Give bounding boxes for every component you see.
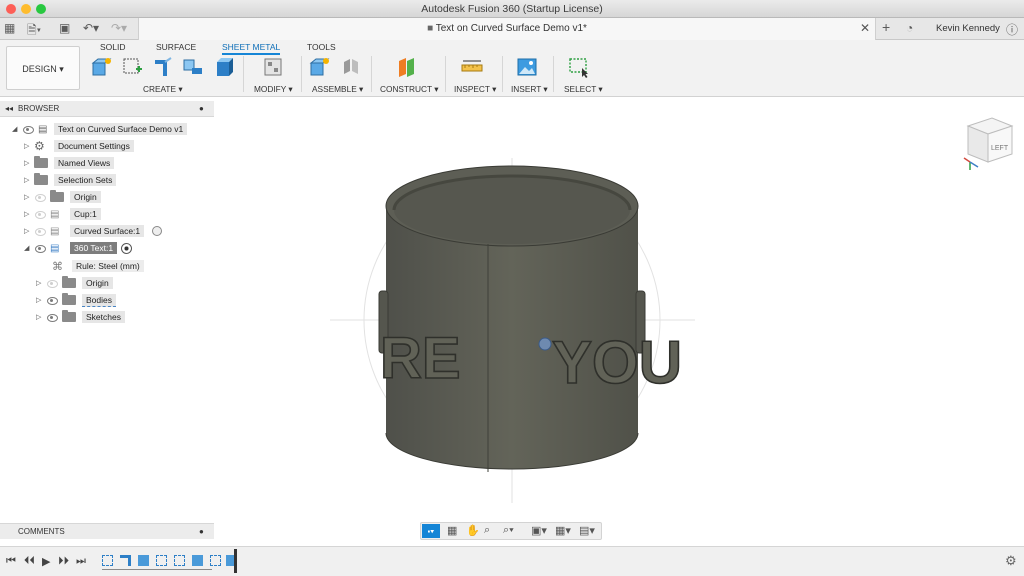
close-window-button[interactable] <box>6 4 16 14</box>
flange-icon[interactable] <box>152 56 174 78</box>
comments-panel-header[interactable]: COMMENTS ● <box>0 523 214 539</box>
close-tab-icon[interactable]: ✕ <box>860 21 870 35</box>
grid-settings-icon[interactable]: ⬝▾ <box>422 524 440 538</box>
user-name[interactable]: Kevin Kennedy <box>936 23 1000 34</box>
offset-plane-icon[interactable] <box>396 56 418 78</box>
create-base-feature-icon[interactable] <box>213 56 235 78</box>
apps-grid-icon[interactable]: ▦ <box>4 21 15 35</box>
toolbar-divider <box>553 56 554 92</box>
timeline-feature-body-icon[interactable] <box>192 555 203 566</box>
tab-tools[interactable]: TOOLS <box>307 42 336 52</box>
zoom-window-button[interactable] <box>36 4 46 14</box>
timeline-feature-sketch-icon[interactable] <box>174 555 185 566</box>
pan-icon[interactable]: ✋ <box>466 524 480 537</box>
viewports-icon[interactable]: ▤▾ <box>579 524 595 537</box>
display-settings-icon[interactable]: ▦ <box>447 524 457 537</box>
help-icon[interactable]: ⓘ <box>1006 21 1018 38</box>
modify-menu[interactable]: MODIFY ▾ <box>254 84 293 94</box>
document-icon: ■ <box>427 23 434 34</box>
visual-style-icon[interactable]: ▣▾ <box>531 524 547 537</box>
job-status-icon[interactable]: ◔ <box>906 21 913 35</box>
timeline-feature-flange-icon[interactable] <box>120 555 131 566</box>
timeline: ⏮ ⏴⏴ ▶ ⏵⏵ ⏭ ⚙ <box>0 546 1024 576</box>
joint-icon[interactable] <box>340 56 362 78</box>
tab-solid[interactable]: SOLID <box>100 42 126 52</box>
save-icon[interactable]: ▣ <box>59 21 70 35</box>
inspect-menu[interactable]: INSPECT ▾ <box>454 84 496 94</box>
model-viewport[interactable]: RE YOU <box>0 98 1024 522</box>
timeline-feature-sketch-icon[interactable] <box>210 555 221 566</box>
toolbar-divider <box>243 56 244 92</box>
insert-menu[interactable]: INSERT ▾ <box>511 84 548 94</box>
create-sketch-icon[interactable] <box>121 56 143 78</box>
workspace-switcher-button[interactable]: DESIGN ▾ <box>6 46 80 90</box>
new-component-assemble-icon[interactable] <box>308 56 330 78</box>
minimize-window-button[interactable] <box>21 4 31 14</box>
assemble-menu[interactable]: ASSEMBLE ▾ <box>312 84 363 94</box>
toolbar-divider <box>445 56 446 92</box>
file-menu-icon[interactable]: 🗎▾ <box>27 21 41 42</box>
grid-toggle-icon[interactable]: ▦▾ <box>555 524 571 537</box>
timeline-feature-sketch-icon[interactable] <box>156 555 167 566</box>
timeline-track[interactable] <box>100 553 240 571</box>
timeline-feature-body-icon[interactable] <box>138 555 149 566</box>
window-title-bar: Autodesk Fusion 360 (Startup License) <box>0 0 1024 18</box>
go-to-start-icon[interactable]: ⏮ <box>6 555 16 568</box>
timeline-feature-sketch-icon[interactable] <box>102 555 113 566</box>
timeline-underline <box>102 569 212 570</box>
navigation-bar: ⬝▾ ▦ ✋ ⌕ ⌕▾ ▣▾ ▦▾ ▤▾ <box>420 522 602 540</box>
toolbar: DESIGN ▾ SOLID SURFACE SHEET METAL TOOLS… <box>0 40 1024 97</box>
timeline-marker[interactable] <box>234 549 237 573</box>
window-title: Autodesk Fusion 360 (Startup License) <box>421 3 603 15</box>
redo-icon[interactable]: ↷▾ <box>111 21 127 35</box>
document-tab-title: Text on Curved Surface Demo v1* <box>435 23 587 34</box>
undo-icon[interactable]: ↶▾ <box>83 21 99 35</box>
fit-icon[interactable]: ⌕▾ <box>503 524 514 537</box>
measure-icon[interactable] <box>461 56 483 78</box>
tab-surface[interactable]: SURFACE <box>156 42 196 52</box>
new-component-icon[interactable] <box>90 56 112 78</box>
comments-title: COMMENTS <box>18 527 65 536</box>
comments-toggle-icon[interactable]: ● <box>199 527 204 536</box>
modify-icon[interactable] <box>262 56 284 78</box>
tab-sheet-metal[interactable]: SHEET METAL <box>222 42 281 55</box>
tab-bar: ▦ 🗎▾ ▣ ↶▾ ↷▾ ■ Text on Curved Surface De… <box>0 18 1024 40</box>
view-cube[interactable]: LEFT <box>960 112 1016 174</box>
window-select-icon[interactable] <box>568 56 590 78</box>
timeline-settings-gear-icon[interactable]: ⚙ <box>1005 553 1017 569</box>
view-cube-label: LEFT <box>991 145 1009 152</box>
toolbar-divider <box>371 56 372 92</box>
toolbar-divider <box>502 56 503 92</box>
select-menu[interactable]: SELECT ▾ <box>564 84 603 94</box>
step-forward-icon[interactable]: ⏵⏵ <box>58 555 69 568</box>
insert-image-icon[interactable] <box>516 56 538 78</box>
document-tab[interactable]: ■ Text on Curved Surface Demo v1* ✕ <box>138 18 876 40</box>
toolbar-divider <box>301 56 302 92</box>
step-back-icon[interactable]: ⏴⏴ <box>24 555 35 568</box>
play-icon[interactable]: ▶ <box>42 555 50 568</box>
cup-model[interactable]: RE YOU <box>378 165 683 472</box>
zoom-icon[interactable]: ⌕ <box>484 524 490 537</box>
convert-icon[interactable] <box>182 56 204 78</box>
go-to-end-icon[interactable]: ⏭ <box>76 555 86 568</box>
new-tab-icon[interactable]: + <box>882 19 890 35</box>
pivot-icon[interactable] <box>538 337 552 351</box>
create-menu[interactable]: CREATE ▾ <box>143 84 183 94</box>
model-text-left: RE <box>380 326 461 391</box>
model-text-right: YOU <box>552 329 682 396</box>
construct-menu[interactable]: CONSTRUCT ▾ <box>380 84 438 94</box>
